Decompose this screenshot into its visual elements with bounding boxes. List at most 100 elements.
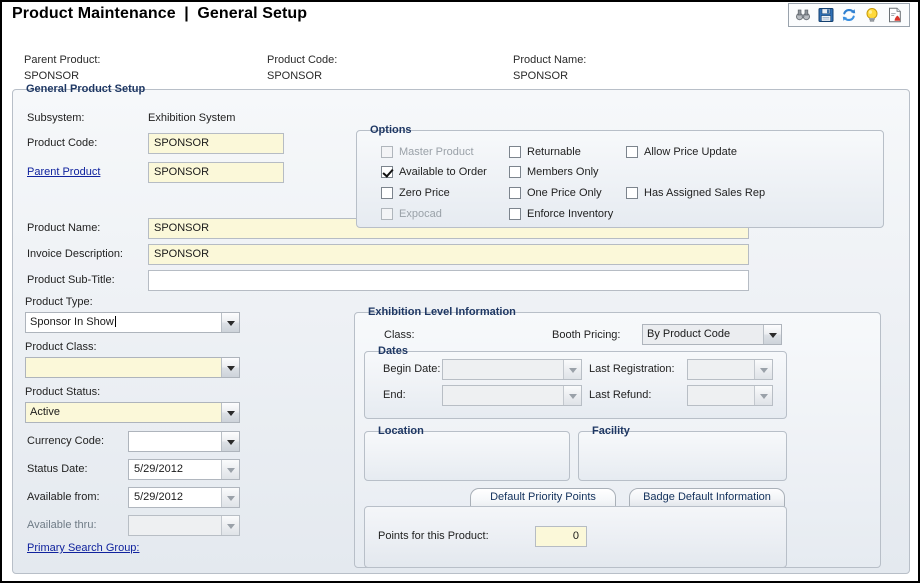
checkbox-box-icon <box>626 187 638 199</box>
product-maintenance-window: Product Maintenance | General Setup <box>0 0 920 583</box>
calendar-dropdown-icon[interactable] <box>221 488 239 507</box>
checkbox-master-product[interactable]: Master Product <box>381 146 474 158</box>
checkbox-allow-price-update[interactable]: Allow Price Update <box>626 146 737 158</box>
exhibition-legend: Exhibition Level Information <box>364 306 520 318</box>
tab-badge-default-information[interactable]: Badge Default Information <box>629 488 785 507</box>
checkbox-zero-price[interactable]: Zero Price <box>381 187 450 199</box>
booth-pricing-label: Booth Pricing: <box>552 329 620 341</box>
calendar-dropdown-icon[interactable] <box>563 360 581 379</box>
invoice-description-label: Invoice Description: <box>27 248 123 260</box>
product-class-value <box>26 358 221 377</box>
available-thru-label: Available thru: <box>27 519 97 531</box>
begin-date-label: Begin Date: <box>383 363 440 375</box>
chevron-down-icon[interactable] <box>221 313 239 332</box>
tab-default-priority-points[interactable]: Default Priority Points <box>470 488 616 507</box>
header-parent-product-value: SPONSOR <box>24 70 79 82</box>
calendar-dropdown-icon[interactable] <box>563 386 581 405</box>
general-product-setup-group: General Product Setup Subsystem: Exhibit… <box>12 89 910 574</box>
header-product-code-label: Product Code: <box>267 54 337 66</box>
chevron-down-icon[interactable] <box>221 403 239 422</box>
checkbox-label: Expocad <box>399 208 442 220</box>
page-title-sub: General Setup <box>197 5 307 22</box>
product-subtitle-input[interactable] <box>148 270 749 291</box>
tabpanel-default-priority-points: Points for this Product: 0 <box>364 506 787 568</box>
checkbox-box-icon <box>381 208 393 220</box>
last-registration-label: Last Registration: <box>589 363 675 375</box>
checkbox-has-assigned-sales-rep[interactable]: Has Assigned Sales Rep <box>626 187 765 199</box>
checkbox-label: Enforce Inventory <box>527 208 613 220</box>
lightbulb-icon[interactable] <box>864 7 880 23</box>
product-type-label: Product Type: <box>25 296 93 308</box>
refresh-icon[interactable] <box>841 7 857 23</box>
product-name-label: Product Name: <box>27 222 100 234</box>
available-thru-input[interactable] <box>128 515 240 536</box>
checkbox-label: Members Only <box>527 166 599 178</box>
window-titlebar: Product Maintenance | General Setup <box>2 2 918 31</box>
checkbox-label: Allow Price Update <box>644 146 737 158</box>
options-group: Options Master Product Available to Orde… <box>356 130 884 228</box>
location-legend: Location <box>374 425 428 437</box>
checkbox-box-icon <box>509 166 521 178</box>
page-body: Parent Product: SPONSOR Product Code: SP… <box>2 29 918 581</box>
product-status-select[interactable]: Active <box>25 402 240 423</box>
calendar-dropdown-icon[interactable] <box>221 460 239 479</box>
available-from-label: Available from: <box>27 491 100 503</box>
save-icon[interactable] <box>818 7 834 23</box>
primary-search-group-link[interactable]: Primary Search Group: <box>27 542 139 554</box>
chevron-down-icon[interactable] <box>763 325 781 344</box>
binoculars-icon[interactable] <box>795 7 811 23</box>
class-label: Class: <box>384 329 415 341</box>
report-icon[interactable] <box>887 7 903 23</box>
parent-product-link[interactable]: Parent Product <box>27 166 100 178</box>
facility-legend: Facility <box>588 425 634 437</box>
currency-code-label: Currency Code: <box>27 435 104 447</box>
checkbox-members-only[interactable]: Members Only <box>509 166 599 178</box>
options-legend: Options <box>366 124 416 136</box>
last-refund-value <box>688 386 754 405</box>
available-from-input[interactable]: 5/29/2012 <box>128 487 240 508</box>
chevron-down-icon[interactable] <box>221 358 239 377</box>
checkbox-enforce-inventory[interactable]: Enforce Inventory <box>509 208 613 220</box>
page-title-main: Product Maintenance <box>12 5 176 22</box>
checkbox-expocad[interactable]: Expocad <box>381 208 442 220</box>
currency-code-select[interactable] <box>128 431 240 452</box>
last-registration-value <box>688 360 754 379</box>
product-type-select[interactable]: Sponsor In Show <box>25 312 240 333</box>
parent-product-input[interactable]: SPONSOR <box>148 162 284 183</box>
chevron-down-icon[interactable] <box>221 432 239 451</box>
checkbox-box-icon <box>381 146 393 158</box>
end-date-input[interactable] <box>442 385 582 406</box>
product-subtitle-label: Product Sub-Title: <box>27 274 115 286</box>
tabstrip: Default Priority Points Badge Default In… <box>364 488 787 507</box>
checkbox-box-icon <box>509 187 521 199</box>
header-product-name-label: Product Name: <box>513 54 586 66</box>
facility-group: Facility <box>578 431 787 481</box>
checkbox-box-icon <box>509 208 521 220</box>
product-code-input[interactable]: SPONSOR <box>148 133 284 154</box>
product-status-label: Product Status: <box>25 386 100 398</box>
points-for-this-product-input[interactable]: 0 <box>535 526 587 547</box>
dates-legend: Dates <box>374 345 412 357</box>
checkbox-label: Zero Price <box>399 187 450 199</box>
checkbox-label: Has Assigned Sales Rep <box>644 187 765 199</box>
product-class-select[interactable] <box>25 357 240 378</box>
last-registration-input[interactable] <box>687 359 773 380</box>
exhibition-level-information-group: Exhibition Level Information Class: Boot… <box>354 312 881 568</box>
checkbox-one-price-only[interactable]: One Price Only <box>509 187 602 199</box>
status-date-input[interactable]: 5/29/2012 <box>128 459 240 480</box>
checkbox-label: Master Product <box>399 146 474 158</box>
checkbox-box-icon <box>626 146 638 158</box>
checkbox-available-to-order[interactable]: Available to Order <box>381 166 487 178</box>
calendar-dropdown-icon[interactable] <box>754 360 772 379</box>
invoice-description-input[interactable]: SPONSOR <box>148 244 749 265</box>
header-product-code-value: SPONSOR <box>267 70 322 82</box>
booth-pricing-select[interactable]: By Product Code <box>642 324 782 345</box>
checkbox-returnable[interactable]: Returnable <box>509 146 581 158</box>
general-product-setup-legend: General Product Setup <box>22 83 149 95</box>
last-refund-input[interactable] <box>687 385 773 406</box>
checkbox-label: Returnable <box>527 146 581 158</box>
checkbox-label: Available to Order <box>399 166 487 178</box>
begin-date-input[interactable] <box>442 359 582 380</box>
calendar-dropdown-icon[interactable] <box>754 386 772 405</box>
calendar-dropdown-icon[interactable] <box>221 516 239 535</box>
